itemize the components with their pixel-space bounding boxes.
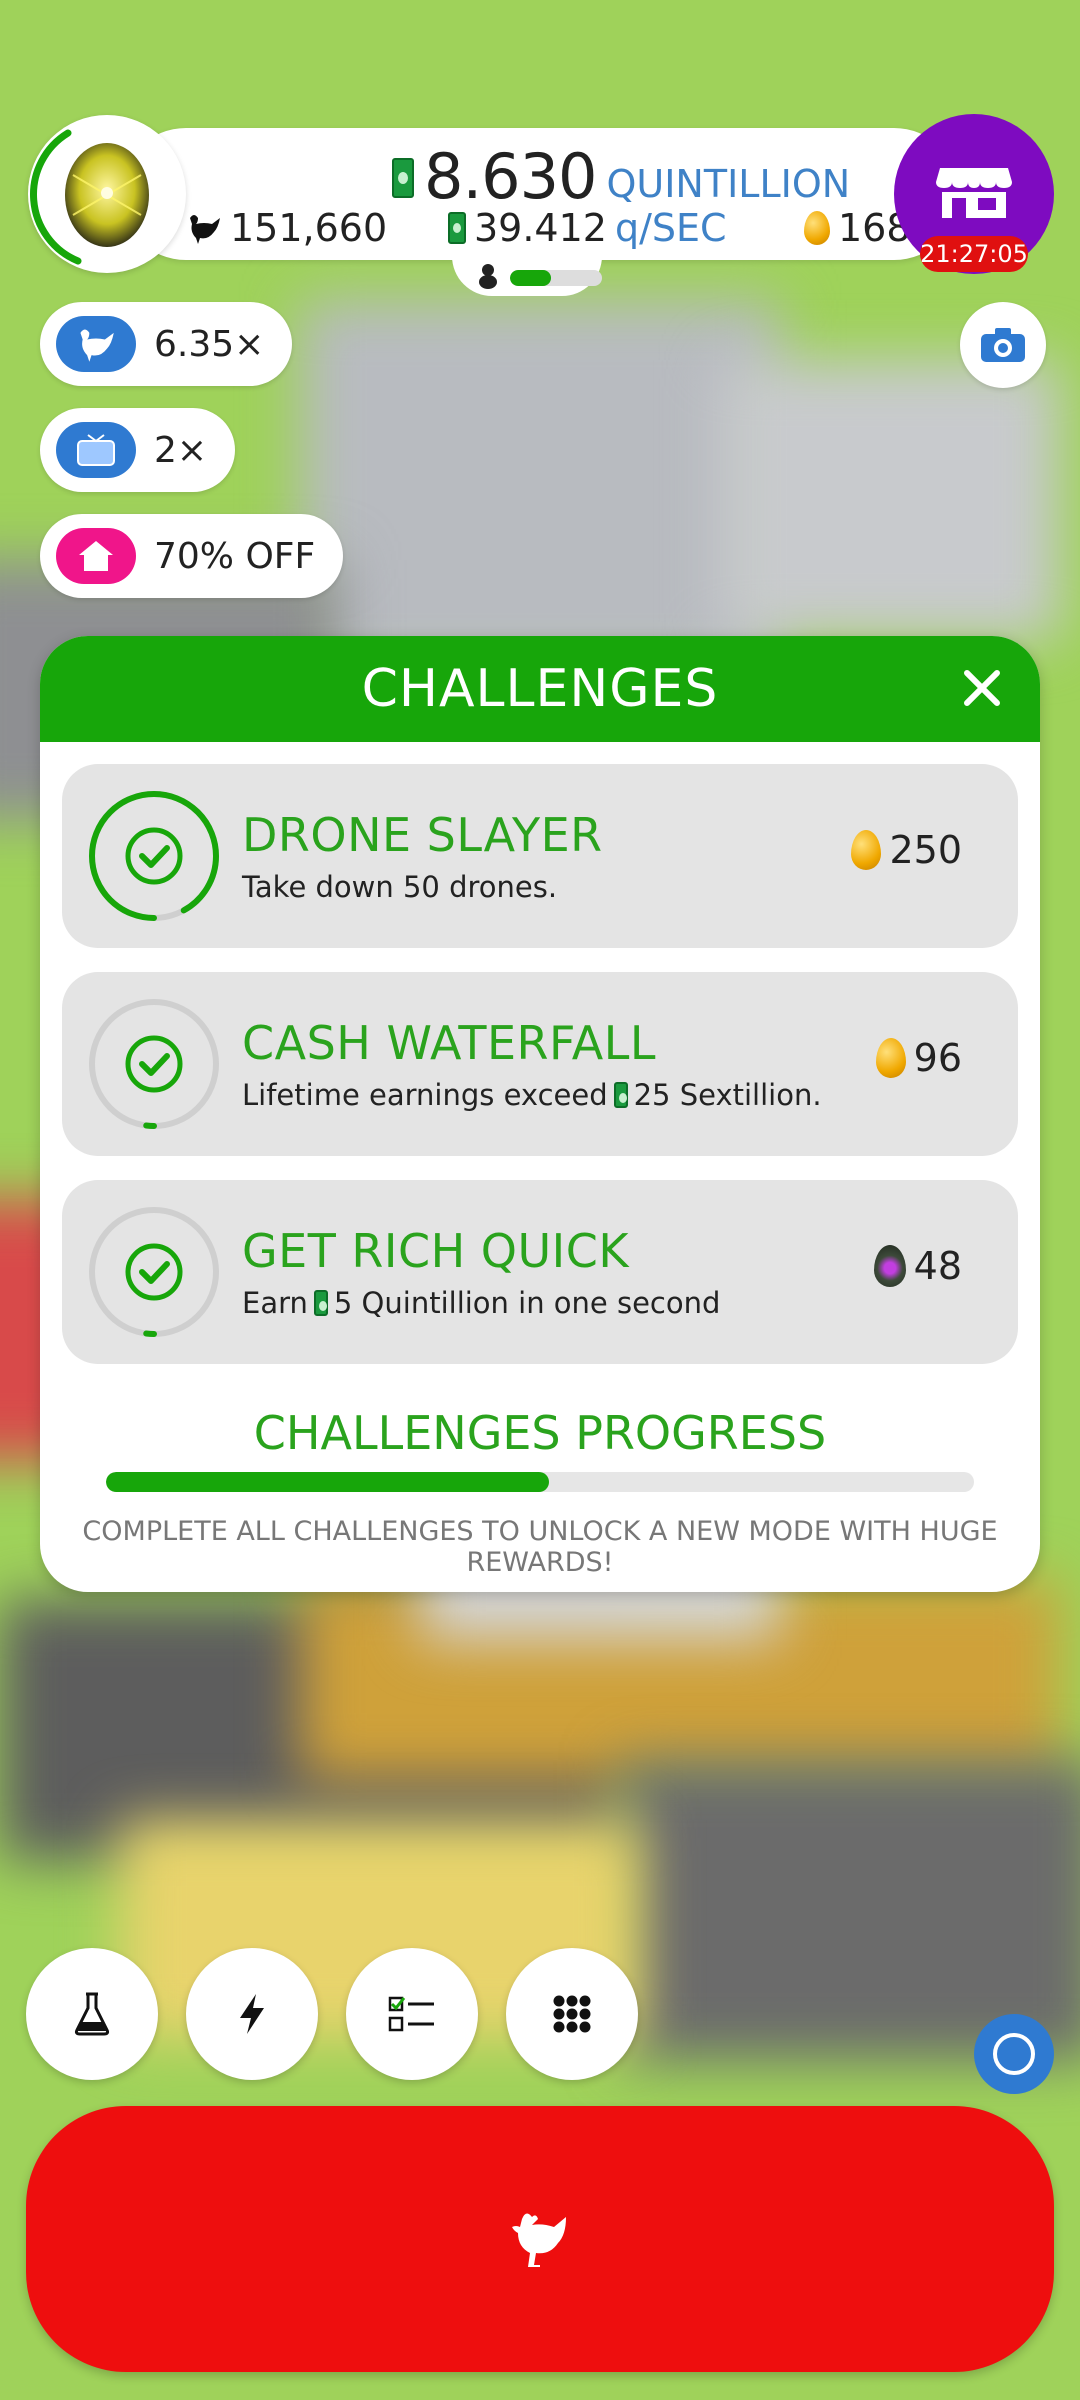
- boosts-button[interactable]: [186, 1948, 318, 2080]
- cash-bill-icon: [613, 1082, 628, 1108]
- cash-bill-icon: [448, 212, 466, 244]
- boost-icon-bg: [56, 422, 136, 478]
- challenge-description: Lifetime earnings exceed 25 Sextillion.: [242, 1078, 822, 1112]
- challenge-description: Earn 5 Quintillion in one second: [242, 1286, 720, 1320]
- golden-egg-icon: [875, 1038, 906, 1078]
- golden-egg-count: 168: [804, 206, 911, 250]
- assistive-touch-button[interactable]: [974, 2014, 1054, 2094]
- challenges-title: CHALLENGES: [361, 659, 719, 719]
- cash-bill-icon: [392, 158, 414, 198]
- earning-rate: 39.412 q/SEC: [448, 206, 727, 250]
- challenge-progress-ring: [89, 999, 219, 1129]
- boost-label: 70% OFF: [154, 535, 316, 577]
- chicken-count-value: 151,660: [230, 206, 388, 250]
- boost-label: 6.35×: [154, 323, 265, 365]
- boost-discount[interactable]: 70% OFF: [40, 514, 344, 598]
- reward-amount: 96: [913, 1036, 962, 1080]
- challenge-title: DRONE SLAYER: [242, 808, 603, 862]
- challenge-desc-text: 25 Sextillion.: [633, 1078, 822, 1112]
- checklist-icon: [388, 1996, 434, 2032]
- tv-icon: [77, 434, 115, 466]
- menu-button[interactable]: [506, 1948, 638, 2080]
- boost-icon-bg: [56, 528, 136, 584]
- challenge-reward: 96: [875, 1036, 962, 1080]
- challenge-desc-text: 5 Quintillion in one second: [333, 1286, 721, 1320]
- challenge-card-cash-waterfall[interactable]: CASH WATERFALL Lifetime earnings exceed …: [62, 972, 1018, 1156]
- cash-value: 8.630: [424, 140, 597, 213]
- close-button[interactable]: [952, 658, 1012, 718]
- boost-video-doubler[interactable]: 2×: [40, 408, 236, 492]
- boost-icon-bg: [56, 316, 136, 372]
- boost-chicken-multiplier[interactable]: 6.35×: [40, 302, 293, 386]
- challenge-reward: 250: [851, 828, 962, 872]
- challenge-desc-text: Take down 50 drones.: [242, 870, 558, 904]
- challenge-title: CASH WATERFALL: [242, 1016, 656, 1070]
- challenge-card-drone-slayer[interactable]: DRONE SLAYER Take down 50 drones. 250: [62, 764, 1018, 948]
- research-button[interactable]: [26, 1948, 158, 2080]
- challenge-desc-text: Lifetime earnings exceed: [242, 1078, 608, 1112]
- shop-timer: 21:27:05: [920, 236, 1028, 272]
- house-icon: [79, 541, 113, 571]
- chicken-icon: [80, 329, 114, 362]
- challenge-progress-ring: [89, 1207, 219, 1337]
- universe-egg-icon: [65, 143, 149, 247]
- hatchery-capacity-bar: [510, 270, 602, 286]
- challenge-reward: 48: [873, 1244, 962, 1288]
- hatchery-capacity[interactable]: [452, 246, 602, 296]
- camera-icon: [981, 328, 1025, 362]
- reward-amount: 48: [913, 1244, 962, 1288]
- boost-label: 2×: [154, 429, 208, 471]
- chicken-icon: [512, 2213, 566, 2267]
- earning-rate-value: 39.412: [474, 206, 607, 250]
- challenge-card-get-rich-quick[interactable]: GET RICH QUICK Earn 5 Quintillion in one…: [62, 1180, 1018, 1364]
- golden-egg-icon: [804, 211, 830, 245]
- challenge-title: GET RICH QUICK: [242, 1224, 630, 1278]
- camera-button[interactable]: [960, 302, 1046, 388]
- challenges-button[interactable]: [346, 1948, 478, 2080]
- cash-bill-icon: [313, 1290, 328, 1316]
- chicken-icon: [190, 215, 220, 244]
- lightning-icon: [240, 1994, 264, 2034]
- chicken-count: 151,660: [186, 206, 387, 250]
- challenge-desc-text: Earn: [242, 1286, 308, 1320]
- challenges-header: CHALLENGES: [40, 636, 1040, 742]
- golden-egg-icon: [851, 830, 882, 870]
- challenge-progress-ring: [89, 791, 219, 921]
- circle-icon: [993, 2033, 1035, 2075]
- cash-unit: QUINTILLION: [606, 162, 851, 207]
- reward-amount: 250: [889, 828, 962, 872]
- hatch-chicken-button[interactable]: [26, 2106, 1054, 2372]
- hatchery-capacity-fill: [510, 270, 552, 286]
- current-egg-button[interactable]: [28, 115, 186, 273]
- challenges-progress-title: CHALLENGES PROGRESS: [253, 1406, 827, 1460]
- challenges-panel: CHALLENGES DRONE SLAYER Take down 50 dro…: [40, 636, 1040, 1592]
- cash-display: 8.630 QUINTILLION: [392, 138, 850, 208]
- shop-icon: [936, 168, 1012, 218]
- grid-icon: [553, 1995, 591, 2033]
- flask-icon: [74, 1992, 110, 2036]
- challenge-description: Take down 50 drones.: [242, 870, 557, 904]
- soul-egg-icon: [873, 1245, 906, 1287]
- challenges-progress-fill: [106, 1472, 549, 1492]
- chick-icon: [479, 264, 497, 289]
- challenges-progress-bar: [106, 1472, 974, 1492]
- close-icon: [964, 670, 1000, 706]
- earning-rate-unit: q/SEC: [614, 206, 727, 250]
- challenges-progress-note: COMPLETE ALL CHALLENGES TO UNLOCK A NEW …: [82, 1516, 998, 1578]
